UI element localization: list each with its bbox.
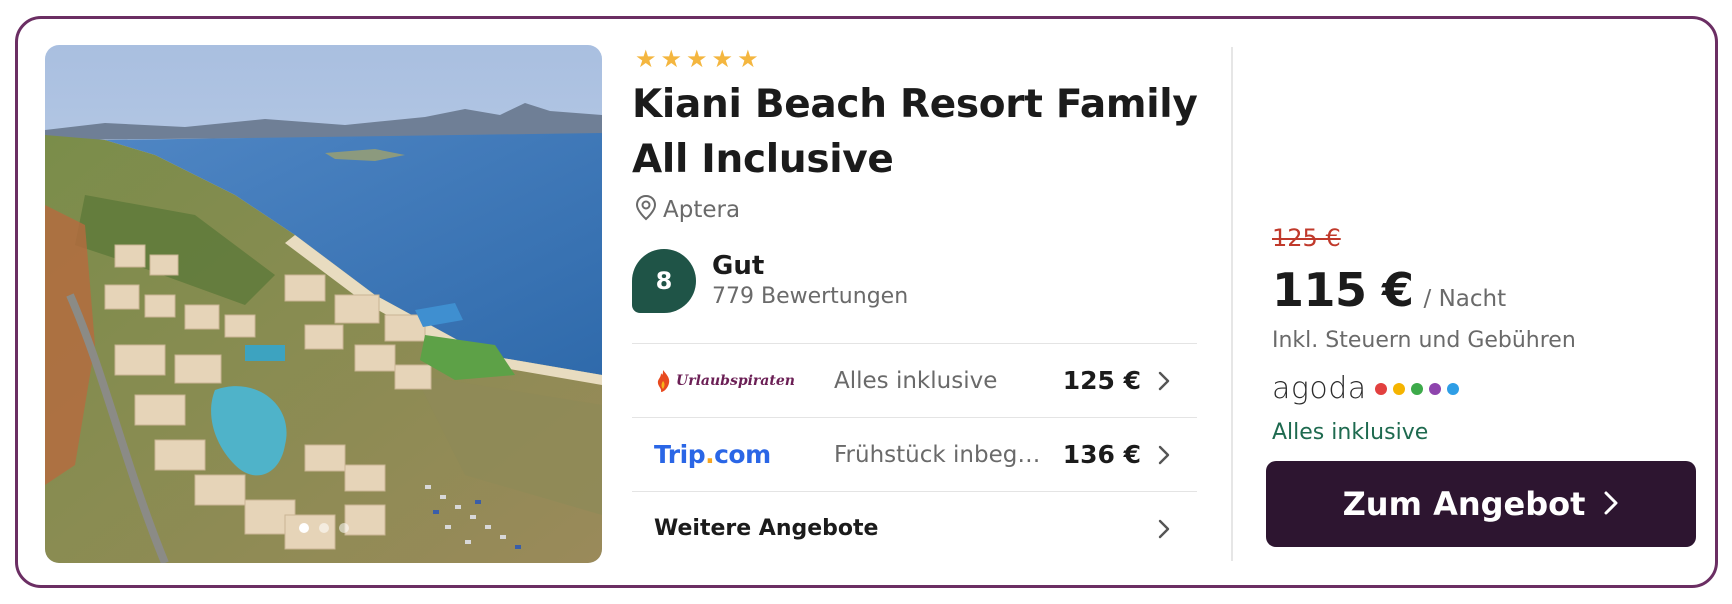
- chevron-right-icon: [1603, 490, 1619, 519]
- hotel-aerial-image: [45, 45, 602, 563]
- more-offers-row[interactable]: Weitere Angebote: [632, 491, 1197, 565]
- per-night-label: / Nacht: [1423, 286, 1507, 312]
- chevron-right-icon: [1153, 444, 1175, 466]
- gallery-dot-3[interactable]: [338, 523, 349, 533]
- offer-row-tripcom[interactable]: Trip.com Frühstück inbegr... 136 €: [632, 417, 1197, 491]
- rating-score-badge: 8: [632, 249, 696, 313]
- offer-description: Alles inklusive: [834, 367, 998, 394]
- review-count: 779 Bewertungen: [712, 284, 909, 309]
- board-type: Alles inklusive: [1272, 420, 1429, 445]
- gallery-dot-2[interactable]: [318, 523, 329, 533]
- gallery-dot-1[interactable]: [298, 523, 309, 533]
- location-name: Aptera: [663, 197, 741, 223]
- chevron-right-icon: [1153, 518, 1175, 540]
- star-rating: ★ ★ ★ ★ ★: [635, 45, 759, 73]
- hotel-card: ★ ★ ★ ★ ★ Kiani Beach Resort Family All …: [15, 16, 1718, 588]
- hotel-name[interactable]: Kiani Beach Resort Family All Inclusive: [632, 77, 1212, 187]
- price-row: 115 € / Nacht: [1272, 263, 1506, 317]
- review-rating[interactable]: 8 Gut 779 Bewertungen: [632, 249, 908, 313]
- urlaubspiraten-logo: Urlaubspiraten: [654, 369, 834, 393]
- to-offer-button[interactable]: Zum Angebot: [1266, 461, 1696, 547]
- taxes-note: Inkl. Steuern und Gebühren: [1272, 328, 1576, 353]
- hotel-photo[interactable]: [45, 45, 602, 563]
- original-price: 125 €: [1272, 224, 1341, 252]
- offer-price: 136 €: [1062, 440, 1141, 469]
- agoda-logo: agoda: [1272, 371, 1459, 406]
- offer-row-urlaubspiraten[interactable]: Urlaubspiraten Alles inklusive 125 €: [632, 343, 1197, 417]
- urlaubspiraten-logo-text: Urlaubspiraten: [676, 372, 795, 389]
- to-offer-button-label: Zum Angebot: [1342, 485, 1586, 523]
- offer-price: 125 €: [1062, 366, 1141, 395]
- offer-list: Urlaubspiraten Alles inklusive 125 € Tri…: [632, 343, 1197, 565]
- current-price: 115 €: [1272, 263, 1414, 317]
- more-offers-label: Weitere Angebote: [654, 516, 879, 541]
- star-icon: ★: [737, 45, 759, 73]
- column-divider: [1231, 47, 1233, 561]
- map-pin-icon: [635, 194, 657, 225]
- chevron-right-icon: [1153, 370, 1175, 392]
- tripcom-logo: Trip.com: [654, 440, 771, 469]
- agoda-logo-text: agoda: [1272, 371, 1367, 406]
- offer-description: Frühstück inbegr...: [834, 441, 1047, 468]
- star-icon: ★: [635, 45, 657, 73]
- rating-label: Gut: [712, 251, 765, 281]
- star-icon: ★: [686, 45, 708, 73]
- star-icon: ★: [711, 45, 734, 73]
- star-icon: ★: [660, 45, 683, 73]
- hotel-location: Aptera: [635, 194, 741, 225]
- agoda-dots: [1374, 382, 1459, 395]
- urlaubspiraten-flame-icon: [657, 369, 670, 392]
- gallery-dots: [45, 523, 602, 533]
